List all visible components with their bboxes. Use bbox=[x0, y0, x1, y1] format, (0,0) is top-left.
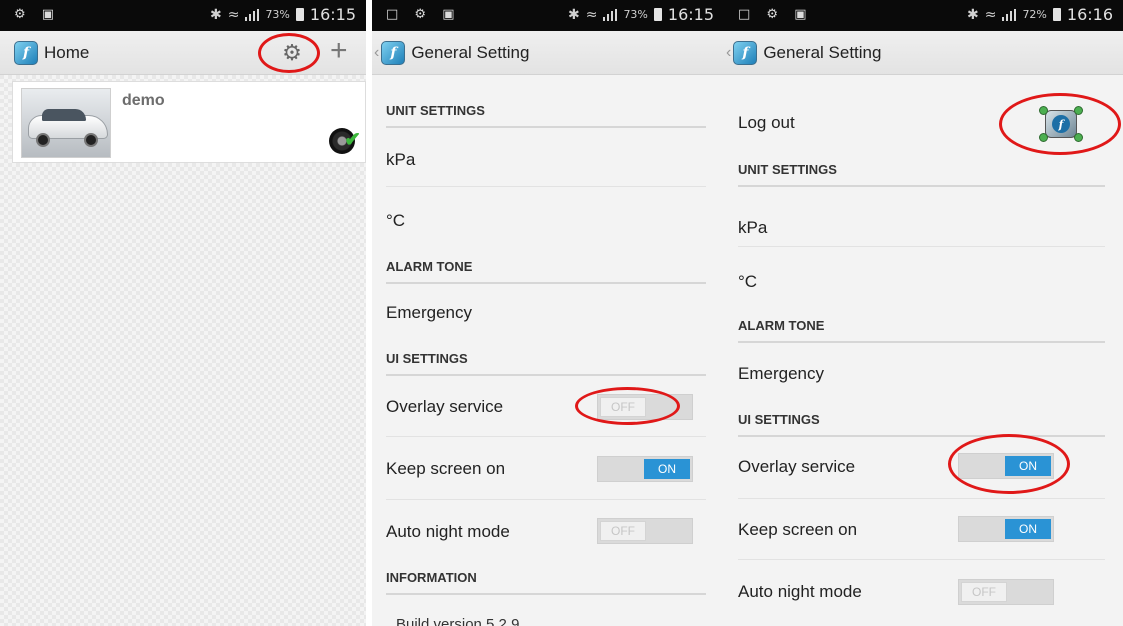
signal-icon bbox=[245, 8, 260, 21]
keep-screen-on-label: Keep screen on bbox=[738, 520, 858, 539]
toggle-state: OFF bbox=[600, 397, 646, 417]
clock: 16:15 bbox=[667, 5, 714, 24]
signal-icon bbox=[1002, 8, 1017, 21]
section-alarm-tone: ALARM TONE bbox=[738, 318, 1105, 343]
section-information: INFORMATION bbox=[386, 570, 706, 595]
divider bbox=[386, 436, 706, 437]
divider bbox=[738, 246, 1105, 247]
toggle-state: ON bbox=[1005, 456, 1051, 476]
toggle-state: OFF bbox=[600, 521, 646, 541]
app-logo-icon[interactable]: f bbox=[381, 40, 406, 65]
divider bbox=[738, 559, 1105, 560]
battery-percent: 73% bbox=[265, 8, 290, 21]
app-logo-icon[interactable]: f bbox=[14, 40, 38, 65]
page-title: Home bbox=[44, 42, 90, 62]
page-title: General Setting bbox=[411, 42, 530, 62]
wifi-icon: ≈ bbox=[984, 6, 997, 23]
section-unit-settings: UNIT SETTINGS bbox=[738, 162, 1105, 187]
battery-percent: 72% bbox=[1022, 8, 1047, 21]
notification-icons: □ ⚙ ▣ bbox=[738, 7, 813, 22]
battery-icon bbox=[653, 8, 662, 21]
bluetooth-icon: ✱ bbox=[966, 6, 979, 23]
section-unit-settings: UNIT SETTINGS bbox=[386, 103, 706, 128]
general-setting-screen: □ ⚙ ▣ ✱ ≈ 73% 16:15 ‹ f General Setting … bbox=[372, 0, 724, 626]
auto-night-mode-label: Auto night mode bbox=[386, 522, 510, 541]
add-vehicle-button[interactable]: + bbox=[330, 36, 348, 66]
toggle-state: OFF bbox=[961, 582, 1007, 602]
logout-label[interactable]: Log out bbox=[738, 113, 795, 133]
temperature-unit-item[interactable]: °C bbox=[738, 272, 757, 292]
overlay-service-label: Overlay service bbox=[386, 397, 504, 416]
temperature-unit-item[interactable]: °C bbox=[386, 211, 405, 231]
vehicle-name: demo bbox=[122, 92, 165, 109]
clock: 16:15 bbox=[309, 5, 356, 24]
wifi-icon: ≈ bbox=[585, 6, 598, 23]
overlay-service-label: Overlay service bbox=[738, 457, 856, 476]
status-bar: □ ⚙ ▣ ✱ ≈ 72% 16:16 bbox=[724, 0, 1123, 31]
action-bar: ‹ f General Setting bbox=[724, 31, 1123, 75]
auto-night-mode-toggle[interactable]: OFF bbox=[958, 579, 1054, 605]
section-ui-settings: UI SETTINGS bbox=[738, 412, 1105, 437]
overlay-service-toggle[interactable]: OFF bbox=[597, 394, 693, 420]
clock: 16:16 bbox=[1066, 5, 1113, 24]
section-alarm-tone: ALARM TONE bbox=[386, 259, 706, 284]
alarm-tone-item[interactable]: Emergency bbox=[738, 364, 824, 384]
divider bbox=[738, 498, 1105, 499]
auto-night-mode-label: Auto night mode bbox=[738, 582, 862, 601]
divider bbox=[386, 499, 706, 500]
pressure-unit-item[interactable]: kPa bbox=[386, 150, 415, 170]
app-logo-icon[interactable]: f bbox=[733, 40, 758, 65]
divider bbox=[386, 186, 706, 187]
auto-night-mode-toggle[interactable]: OFF bbox=[597, 518, 693, 544]
notification-icons: □ ⚙ ▣ bbox=[386, 7, 461, 22]
pressure-unit-item[interactable]: kPa bbox=[738, 218, 767, 238]
toggle-state: ON bbox=[644, 459, 690, 479]
section-ui-settings: UI SETTINGS bbox=[386, 351, 706, 376]
overlay-service-toggle[interactable]: ON bbox=[958, 453, 1054, 479]
home-screen: ⚙ ▣ ✱ ≈ 73% 16:15 f Home ⚙ + demo ✔ bbox=[0, 0, 366, 626]
general-setting-screen-logged-in: □ ⚙ ▣ ✱ ≈ 72% 16:16 ‹ f General Setting … bbox=[724, 0, 1123, 626]
notification-icons: ⚙ ▣ bbox=[14, 7, 61, 22]
bluetooth-icon: ✱ bbox=[567, 6, 580, 23]
toggle-state: ON bbox=[1005, 519, 1051, 539]
keep-screen-on-toggle[interactable]: ON bbox=[958, 516, 1054, 542]
gear-icon[interactable]: ⚙ bbox=[279, 40, 305, 66]
battery-percent: 73% bbox=[623, 8, 648, 21]
wifi-icon: ≈ bbox=[227, 6, 240, 23]
status-bar: □ ⚙ ▣ ✱ ≈ 73% 16:15 bbox=[372, 0, 724, 31]
signal-icon bbox=[603, 8, 618, 21]
logout-icon[interactable]: f bbox=[1033, 104, 1089, 144]
vehicle-card[interactable]: demo ✔ bbox=[12, 81, 366, 163]
action-bar: ‹ f General Setting bbox=[372, 31, 724, 75]
checkmark-icon: ✔ bbox=[344, 129, 361, 151]
bluetooth-icon: ✱ bbox=[209, 6, 222, 23]
action-bar: f Home bbox=[0, 31, 366, 75]
keep-screen-on-toggle[interactable]: ON bbox=[597, 456, 693, 482]
battery-icon bbox=[295, 8, 304, 21]
alarm-tone-item[interactable]: Emergency bbox=[386, 303, 472, 323]
battery-icon bbox=[1052, 8, 1061, 21]
build-version: Build version 5.2.9 bbox=[396, 616, 520, 626]
car-photo bbox=[21, 88, 111, 158]
page-title: General Setting bbox=[763, 42, 882, 62]
back-chevron-icon[interactable]: ‹ bbox=[726, 44, 731, 62]
status-bar: ⚙ ▣ ✱ ≈ 73% 16:15 bbox=[0, 0, 366, 31]
back-chevron-icon[interactable]: ‹ bbox=[374, 44, 379, 62]
keep-screen-on-label: Keep screen on bbox=[386, 459, 506, 478]
